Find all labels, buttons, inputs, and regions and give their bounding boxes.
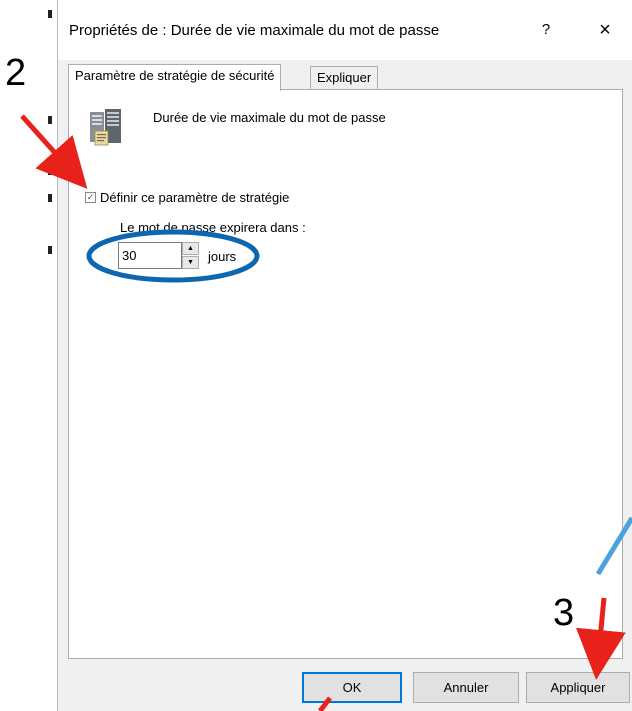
unit-label: jours	[208, 249, 237, 264]
dialog-title: Propriétés de : Durée de vie maximale du…	[69, 22, 440, 39]
define-setting-checkbox[interactable]: ✓	[85, 191, 96, 203]
days-stepper: ▲ ▼	[118, 242, 199, 269]
expire-label: Le mot de passe expirera dans :	[120, 220, 306, 235]
background-text-fragment	[48, 167, 52, 175]
background-window-strip	[0, 0, 57, 711]
background-text-fragment	[48, 246, 52, 254]
days-input[interactable]	[118, 242, 182, 269]
define-setting-row: ✓ Définir ce paramètre de stratégie	[85, 188, 289, 206]
define-setting-label[interactable]: Définir ce paramètre de stratégie	[100, 190, 289, 205]
properties-dialog: Propriétés de : Durée de vie maximale du…	[57, 0, 632, 711]
server-policy-icon	[90, 109, 121, 146]
policy-name: Durée de vie maximale du mot de passe	[153, 110, 386, 125]
spin-up-button[interactable]: ▲	[182, 242, 199, 255]
background-text-fragment	[48, 10, 52, 18]
close-button[interactable]: ×	[592, 17, 618, 43]
tab-security-policy-setting[interactable]: Paramètre de stratégie de sécurité	[68, 64, 282, 91]
spin-down-button[interactable]: ▼	[182, 256, 199, 269]
background-text-fragment	[48, 194, 52, 202]
tab-explain[interactable]: Expliquer	[310, 66, 379, 90]
tab-panel: Durée de vie maximale du mot de passe ✓ …	[68, 89, 623, 659]
background-text-fragment	[48, 116, 52, 124]
help-button[interactable]: ?	[536, 18, 556, 42]
step-2-number: 2	[5, 52, 27, 94]
ok-button[interactable]: OK	[302, 672, 402, 703]
step-3-number: 3	[553, 592, 575, 634]
cancel-button[interactable]: Annuler	[413, 672, 519, 703]
apply-button[interactable]: Appliquer	[526, 672, 630, 703]
dialog-titlebar: Propriétés de : Durée de vie maximale du…	[58, 0, 632, 60]
